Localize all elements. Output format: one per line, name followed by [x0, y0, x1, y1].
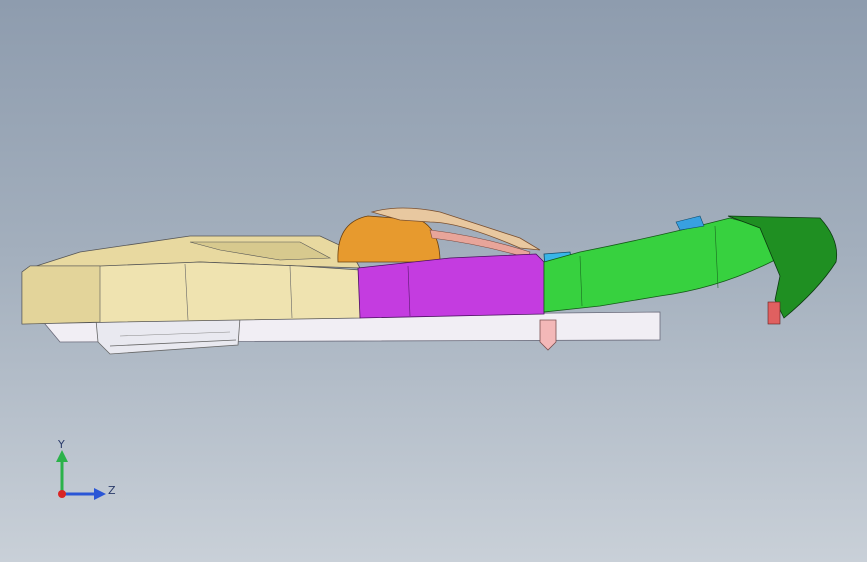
magenta-panel-part[interactable]	[357, 253, 545, 319]
y-axis-head	[56, 450, 68, 462]
z-axis-label: Z	[108, 484, 116, 497]
origin-dot	[58, 490, 66, 498]
front-housing-part[interactable]	[21, 261, 361, 325]
y-axis-label: Y	[57, 438, 65, 451]
axis-triad: Y Z	[56, 438, 116, 500]
green-arm-part[interactable]	[543, 215, 776, 313]
cad-model[interactable]	[0, 0, 867, 562]
orange-bracket-part[interactable]	[337, 207, 541, 263]
3d-viewport[interactable]: Y Z	[0, 0, 867, 562]
z-axis-head	[94, 488, 106, 500]
